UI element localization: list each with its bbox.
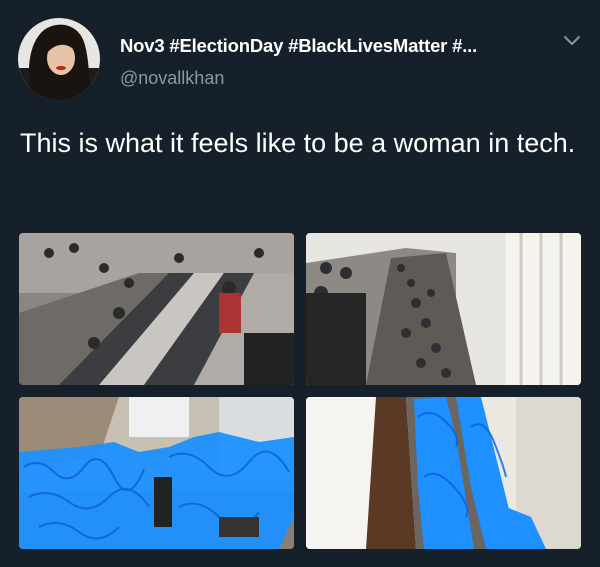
tweet-photo-escalator-top[interactable] [19, 233, 294, 385]
tweet-text: This is what it feels like to be a woman… [20, 128, 576, 158]
display-name[interactable]: Nov3 #ElectionDay #BlackLivesMatter #... [120, 35, 477, 57]
tweet-photo-lobby-scribbled[interactable] [19, 397, 294, 549]
avatar[interactable] [18, 18, 100, 100]
chevron-down-icon[interactable] [562, 33, 582, 49]
tweet-photo-escalator-crowd[interactable] [306, 233, 581, 385]
tweet-photo-escalator-scribbled[interactable] [306, 397, 581, 549]
user-handle[interactable]: @novallkhan [120, 68, 224, 89]
